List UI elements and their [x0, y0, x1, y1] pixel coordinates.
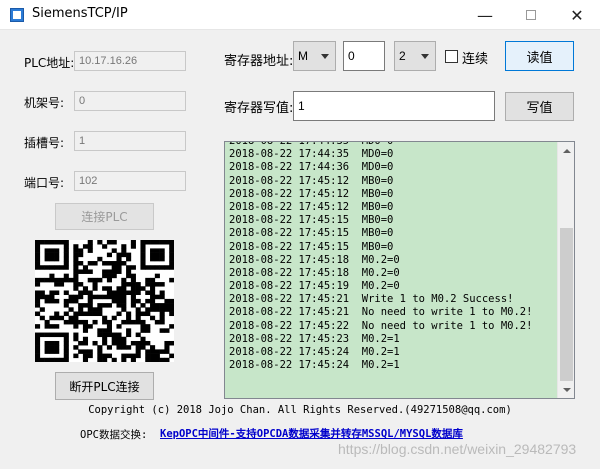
port-label: 端口号: [24, 176, 65, 190]
rack-field[interactable]: 0 [74, 91, 186, 111]
log-line: 2018-08-22 17:45:12 MB0=0 [229, 187, 394, 200]
log-line: 2018-08-22 17:44:35 MD0=0 [229, 148, 394, 161]
minimize-icon: — [477, 5, 493, 25]
slot-label: 插槽号: [24, 136, 65, 150]
register-write-label: 寄存器写值: [224, 101, 294, 116]
continuous-label: 连续 [462, 52, 489, 67]
connect-plc-button[interactable]: 连接PLC [55, 203, 154, 230]
log-line: 2018-08-22 17:45:15 MB0=0 [229, 214, 394, 227]
log-line: 2018-08-22 17:45:15 MB0=0 [229, 227, 394, 240]
slot-field[interactable]: 1 [74, 131, 186, 151]
log-lines: 2018-08-22 17:44:35 MD0=0 2018-08-22 17:4… [229, 141, 549, 372]
log-line: 2018-08-22 17:45:23 M0.2=1 [229, 332, 400, 345]
log-line: 2018-08-22 17:44:35 MD0=0 [229, 141, 394, 147]
register-bit-value: 2 [399, 49, 406, 63]
log-line: 2018-08-22 17:44:36 MD0=0 [229, 161, 394, 174]
chevron-down-icon [421, 54, 429, 59]
maximize-button[interactable] [508, 0, 554, 30]
scroll-thumb[interactable] [560, 228, 573, 381]
qr-code-image [35, 240, 174, 362]
app-icon [10, 8, 24, 22]
opc-label: OPC数据交换: [80, 429, 148, 441]
close-icon: ✕ [570, 5, 584, 25]
write-value-button[interactable]: 写值 [505, 92, 574, 121]
rack-label: 机架号: [24, 96, 65, 110]
close-button[interactable]: ✕ [554, 0, 600, 30]
port-field[interactable]: 102 [74, 171, 186, 191]
register-byte-input[interactable]: 0 [343, 41, 385, 71]
window-title: SiemensTCP/IP [32, 6, 128, 21]
scroll-up-button[interactable] [558, 142, 574, 159]
copyright-text: Copyright (c) 2018 Jojo Chan. All Rights… [88, 404, 512, 416]
register-area-select[interactable]: M [293, 41, 336, 71]
log-line: 2018-08-22 17:45:21 No need to write 1 t… [229, 306, 533, 319]
log-line: 2018-08-22 17:45:18 M0.2=0 [229, 253, 400, 266]
arrow-down-icon [562, 387, 571, 392]
watermark: https://blog.csdn.net/weixin_29482793 [338, 441, 577, 457]
log-scrollbar[interactable] [557, 142, 574, 398]
register-bit-select[interactable]: 2 [394, 41, 436, 71]
disconnect-plc-button[interactable]: 断开PLC连接 [55, 372, 154, 400]
register-address-label: 寄存器地址: [224, 54, 294, 69]
title-bar: SiemensTCP/IP — ✕ [0, 0, 600, 30]
plc-address-field[interactable]: 10.17.16.26 [74, 51, 186, 71]
log-textarea[interactable]: 2018-08-22 17:44:35 MD0=0 2018-08-22 17:4… [224, 141, 575, 399]
chevron-down-icon [321, 54, 329, 59]
minimize-button[interactable]: — [462, 0, 508, 30]
log-line: 2018-08-22 17:45:24 M0.2=1 [229, 346, 400, 358]
log-line: 2018-08-22 17:45:18 M0.2=0 [229, 266, 400, 279]
continuous-checkbox[interactable] [445, 50, 458, 63]
plc-address-label: PLC地址: [24, 56, 75, 70]
log-line: 2018-08-22 17:45:21 Write 1 to M0.2 Succ… [229, 293, 514, 306]
log-line: 2018-08-22 17:45:15 MB0=0 [229, 240, 394, 253]
read-value-button[interactable]: 读值 [505, 41, 574, 71]
maximize-icon [526, 10, 536, 20]
log-line: 2018-08-22 17:45:12 MB0=0 [229, 174, 394, 187]
opc-link[interactable]: KepOPC中间件-支持OPCDA数据采集并转存MSSQL/MYSQL数据库 [160, 426, 463, 441]
scroll-down-button[interactable] [558, 381, 574, 398]
log-line: 2018-08-22 17:45:19 M0.2=0 [229, 280, 400, 293]
log-line: 2018-08-22 17:45:22 No need to write 1 t… [229, 319, 533, 332]
register-area-value: M [298, 49, 308, 63]
register-write-input[interactable]: 1 [293, 91, 495, 121]
arrow-up-icon [562, 148, 571, 153]
log-line: 2018-08-22 17:45:12 MB0=0 [229, 200, 394, 213]
log-line: 2018-08-22 17:45:24 M0.2=1 [229, 359, 400, 372]
